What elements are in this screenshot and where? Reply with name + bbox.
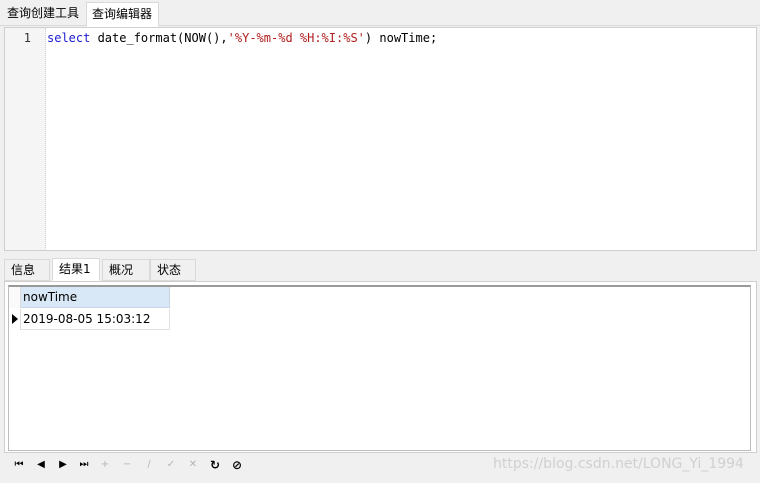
prev-record-icon[interactable]: ◀ [34,458,48,472]
line-number: 1 [23,31,31,45]
code-line[interactable]: select date_format(NOW(),'%Y-%m-%d %H:%I… [47,31,437,45]
last-record-icon[interactable]: ⏭ [77,458,91,472]
grid-corner [9,287,21,308]
refresh-icon[interactable]: ↻ [208,458,222,472]
cancel-changes-icon[interactable]: ✕ [186,458,200,472]
top-tab-bar: 查询创建工具 查询编辑器 [0,0,760,27]
tab-status[interactable]: 状态 [150,259,196,281]
result-panel: nowTime 2019-08-05 15:03:12 [4,281,757,453]
sql-alias: ) nowTime; [364,31,438,45]
add-record-icon[interactable]: + [98,458,112,472]
result-tab-bar: 信息 结果1 概况 状态 [4,257,757,281]
tab-profile[interactable]: 概况 [102,259,150,281]
row-indicator[interactable] [9,309,21,330]
line-number-gutter: 1 [5,28,46,250]
stop-icon[interactable]: ⊘ [230,458,244,472]
watermark: https://blog.csdn.net/LONG_Yi_1994 [493,456,744,472]
current-row-arrow-icon [12,314,18,324]
column-header-nowtime[interactable]: nowTime [21,287,170,308]
result-grid[interactable]: nowTime 2019-08-05 15:03:12 [8,285,751,451]
first-record-icon[interactable]: ⏮ [12,458,26,472]
sql-function-call: date_format(NOW(), [90,31,228,45]
delete-record-icon[interactable]: − [120,458,134,472]
tab-query-editor[interactable]: 查询编辑器 [86,2,159,27]
sql-string-literal: '%Y-%m-%d %H:%I:%S' [227,31,365,45]
table-cell[interactable]: 2019-08-05 15:03:12 [21,309,170,330]
tab-query-builder[interactable]: 查询创建工具 [2,2,84,26]
apply-changes-icon[interactable]: ✓ [164,458,178,472]
edit-record-icon[interactable]: ∕ [142,458,156,472]
sql-editor[interactable]: 1 select date_format(NOW(),'%Y-%m-%d %H:… [4,27,757,251]
tab-info[interactable]: 信息 [4,259,50,281]
next-record-icon[interactable]: ▶ [56,458,70,472]
sql-keyword: select [47,31,91,45]
tab-result1[interactable]: 结果1 [52,258,100,281]
